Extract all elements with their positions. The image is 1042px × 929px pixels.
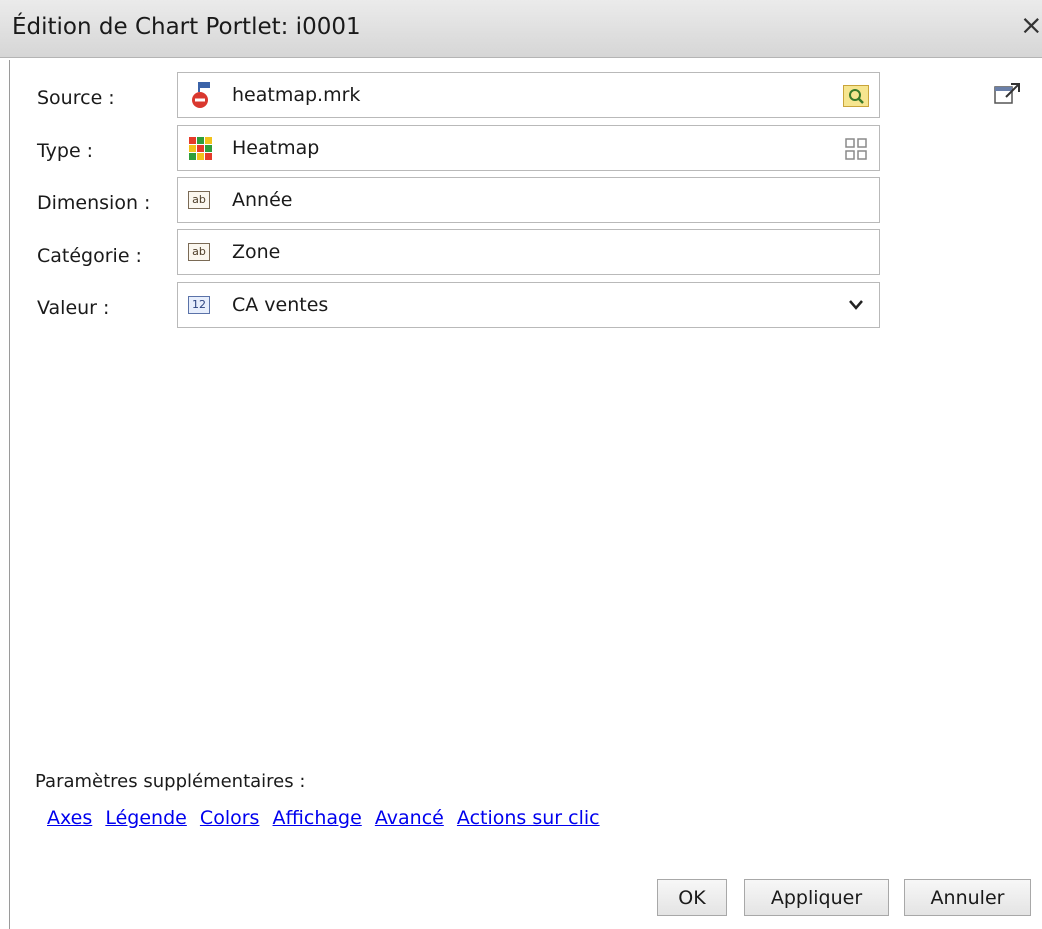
dimension-field[interactable]: ab Année xyxy=(177,177,880,223)
category-label: Catégorie : xyxy=(37,245,142,267)
heatmap-icon xyxy=(189,137,212,160)
link-actions-sur-clic[interactable]: Actions sur clic xyxy=(457,807,600,829)
link-avance[interactable]: Avancé xyxy=(375,807,444,829)
value-selected: CA ventes xyxy=(232,294,329,316)
value-select[interactable]: 12 CA ventes xyxy=(177,282,880,328)
type-value: Heatmap xyxy=(232,137,320,159)
grid-select-icon[interactable] xyxy=(845,138,867,160)
source-field[interactable]: heatmap.mrk xyxy=(177,72,880,118)
category-field[interactable]: ab Zone xyxy=(177,229,880,275)
dimension-label: Dimension : xyxy=(37,192,151,214)
dialog-border xyxy=(9,60,10,929)
source-label: Source : xyxy=(37,87,115,109)
link-axes[interactable]: Axes xyxy=(47,807,92,829)
dialog-title: Édition de Chart Portlet: i0001 xyxy=(12,14,361,40)
open-external-icon[interactable] xyxy=(993,82,1021,106)
link-colors[interactable]: Colors xyxy=(200,807,260,829)
text-field-icon: ab xyxy=(188,243,210,261)
apply-button[interactable]: Appliquer xyxy=(744,879,889,916)
close-icon[interactable]: × xyxy=(1020,11,1042,41)
folder-search-icon[interactable] xyxy=(843,85,869,107)
numeric-field-icon: 12 xyxy=(188,296,210,314)
dimension-value: Année xyxy=(232,189,293,211)
type-label: Type : xyxy=(37,140,94,162)
link-affichage[interactable]: Affichage xyxy=(273,807,362,829)
source-value: heatmap.mrk xyxy=(232,84,361,106)
additional-params-label: Paramètres supplémentaires : xyxy=(35,771,306,792)
chart-portlet-dialog: Édition de Chart Portlet: i0001 × Source… xyxy=(0,0,1042,929)
link-legende[interactable]: Légende xyxy=(105,807,186,829)
cancel-button[interactable]: Annuler xyxy=(904,879,1031,916)
data-marker-icon xyxy=(192,82,210,108)
category-value: Zone xyxy=(232,241,281,263)
type-field[interactable]: Heatmap xyxy=(177,125,880,171)
ok-button[interactable]: OK xyxy=(657,879,727,916)
text-field-icon: ab xyxy=(188,191,210,209)
dialog-titlebar[interactable]: Édition de Chart Portlet: i0001 × xyxy=(0,0,1042,58)
params-links: Axes Légende Colors Affichage Avancé Act… xyxy=(47,807,608,829)
value-label: Valeur : xyxy=(37,297,110,319)
chevron-down-icon[interactable] xyxy=(847,298,865,312)
